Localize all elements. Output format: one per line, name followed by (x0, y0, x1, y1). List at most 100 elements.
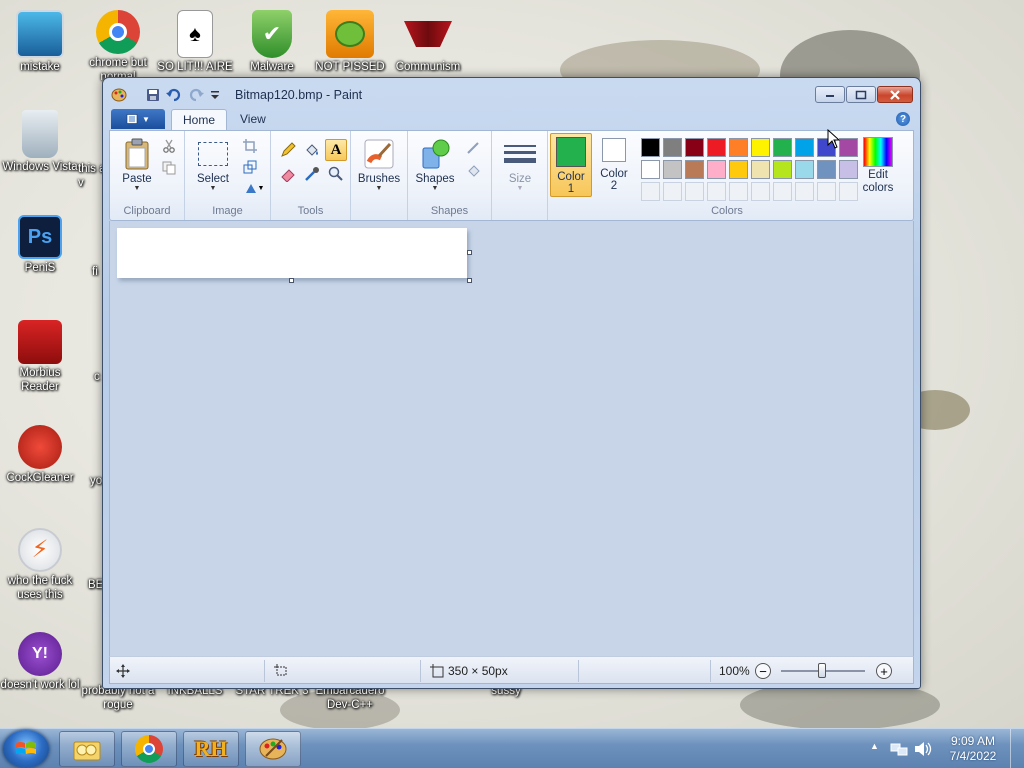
zoom-out-button[interactable]: − (755, 663, 771, 679)
palette-swatch[interactable] (641, 138, 660, 157)
zoom-in-button[interactable]: + (876, 663, 892, 679)
photoshop-icon: Ps (18, 215, 62, 259)
network-icon[interactable] (890, 740, 908, 758)
clock[interactable]: 9:09 AM 7/4/2022 (940, 734, 1006, 764)
palette-swatch[interactable] (685, 160, 704, 179)
rh-icon: RH (194, 736, 228, 761)
palette-swatch[interactable] (751, 138, 770, 157)
palette-swatch[interactable] (707, 138, 726, 157)
maximize-button[interactable] (846, 86, 876, 103)
minimize-button[interactable] (815, 86, 845, 103)
canvas-area[interactable] (109, 221, 914, 656)
rotate-button[interactable]: ▼ (239, 177, 269, 199)
brushes-button[interactable]: Brushes ▼ (356, 137, 402, 193)
copy-button[interactable] (158, 157, 180, 179)
desktop-icon-who-uses-this[interactable]: ⚡ who the fuck uses this (0, 528, 80, 602)
palette-swatch[interactable] (663, 138, 682, 157)
paint-window[interactable]: Bitmap120.bmp - Paint ▼ Home View ? Past… (102, 77, 921, 689)
resize-handle-right[interactable] (467, 250, 472, 255)
zoom-level: 100% (719, 664, 750, 678)
eraser-tool[interactable] (277, 163, 299, 185)
chevron-down-icon: ▼ (142, 114, 150, 124)
drawing-canvas[interactable] (117, 228, 467, 278)
yahoo-messenger-icon: Y! (18, 632, 62, 676)
undo-icon[interactable] (166, 87, 182, 103)
shapes-button[interactable]: Shapes ▼ (412, 137, 458, 193)
resize-handle-corner[interactable] (467, 278, 472, 283)
tab-view[interactable]: View (229, 109, 277, 130)
custom-color-slot[interactable] (707, 182, 726, 201)
palette-swatch[interactable] (817, 160, 836, 179)
palette-swatch[interactable] (773, 160, 792, 179)
desktop-icon-malware[interactable]: ✔ Malware (232, 10, 312, 74)
paint-palette-icon[interactable] (111, 87, 127, 103)
pencil-tool[interactable] (277, 139, 299, 161)
palette-swatch[interactable] (685, 138, 704, 157)
chevron-down-icon[interactable] (207, 87, 223, 103)
help-icon[interactable]: ? (896, 112, 910, 126)
desktop-icon-communism[interactable]: Communism (388, 10, 468, 74)
file-menu-button[interactable]: ▼ (111, 109, 165, 129)
palette-swatch[interactable] (641, 160, 660, 179)
palette-swatch[interactable] (729, 138, 748, 157)
cut-button[interactable] (158, 135, 180, 157)
taskbar-paint-button[interactable] (245, 731, 301, 767)
show-hidden-icons-button[interactable]: ▲ (870, 741, 879, 751)
desktop-icon-mistake[interactable]: mistake (0, 10, 80, 74)
palette-swatch[interactable] (751, 160, 770, 179)
desktop-icon-windows-vista[interactable]: Windows Vista (0, 110, 80, 174)
desktop-icon-chrome-but-normal[interactable]: chrome but normal (78, 10, 158, 84)
chevron-down-icon: ▼ (431, 185, 439, 192)
fill-tool[interactable] (301, 139, 323, 161)
select-button[interactable]: Select ▼ (191, 137, 235, 193)
zoom-slider-thumb[interactable] (818, 663, 826, 678)
desktop-icon-label: PeniS (24, 262, 56, 274)
desktop-icon-so-lit-aire[interactable]: ♠ SO LIT!!! AIRE (155, 10, 235, 74)
start-button[interactable] (3, 730, 49, 768)
desktop-icon-penis[interactable]: Ps PeniS (0, 215, 80, 275)
desktop-icon-not-pissed[interactable]: NOT PISSED (310, 10, 390, 74)
custom-color-slot[interactable] (685, 182, 704, 201)
custom-color-slot[interactable] (663, 182, 682, 201)
taskbar-chrome-button[interactable] (121, 731, 177, 767)
show-desktop-button[interactable] (1010, 729, 1024, 768)
palette-swatch[interactable] (707, 160, 726, 179)
text-tool[interactable]: A (325, 139, 347, 161)
redo-icon[interactable] (188, 87, 204, 103)
resize-handle-bottom[interactable] (289, 278, 294, 283)
desktop-icon-label: who the fuck uses this (7, 575, 73, 601)
desktop-icon-doesnt-work[interactable]: Y! doesn't work lol (0, 632, 80, 692)
edit-colors-button[interactable]: Edit colors (856, 137, 900, 195)
desktop-icon-label: NOT PISSED (315, 61, 385, 73)
taskbar-explorer-button[interactable] (59, 731, 115, 767)
custom-color-slot[interactable] (773, 182, 792, 201)
custom-color-slot[interactable] (641, 182, 660, 201)
color1-button[interactable]: Color 1 (550, 133, 592, 197)
custom-color-slot[interactable] (751, 182, 770, 201)
crop-button[interactable] (239, 135, 261, 157)
custom-color-slot[interactable] (817, 182, 836, 201)
palette-swatch[interactable] (795, 138, 814, 157)
desktop-icon-morbius-reader[interactable]: Morbius Reader (0, 320, 80, 394)
palette-swatch[interactable] (729, 160, 748, 179)
color2-button[interactable]: Color 2 (594, 133, 634, 197)
tab-home[interactable]: Home (171, 109, 228, 130)
desktop-icon-cockgleaner[interactable]: CockGleaner (0, 425, 80, 485)
magnifier-tool[interactable] (325, 163, 347, 185)
outline-button[interactable] (460, 137, 488, 159)
paste-button[interactable]: Paste ▼ (116, 137, 158, 193)
size-button[interactable]: Size ▼ (498, 137, 542, 193)
close-button[interactable] (877, 86, 913, 103)
save-icon[interactable] (145, 87, 161, 103)
palette-swatch[interactable] (795, 160, 814, 179)
taskbar-rh-button[interactable]: RH (183, 731, 239, 767)
fill-button[interactable] (460, 159, 488, 181)
color-picker-tool[interactable] (301, 163, 323, 185)
palette-swatch[interactable] (663, 160, 682, 179)
volume-icon[interactable] (914, 741, 932, 757)
resize-button[interactable] (239, 156, 261, 178)
palette-swatch[interactable] (773, 138, 792, 157)
custom-color-slot[interactable] (795, 182, 814, 201)
custom-color-slot[interactable] (729, 182, 748, 201)
title-bar[interactable]: Bitmap120.bmp - Paint (103, 78, 920, 112)
